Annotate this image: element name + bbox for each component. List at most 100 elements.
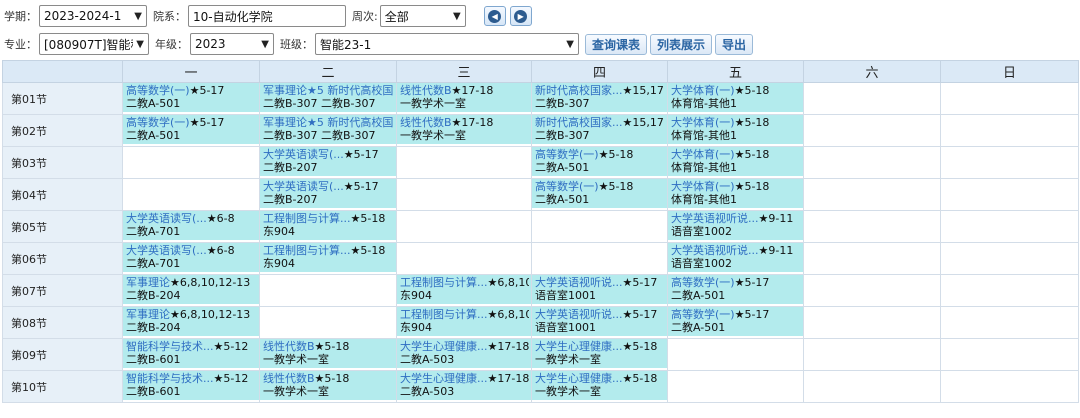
course-name-link[interactable]: 高等数学(一) [126, 84, 190, 97]
course-block[interactable]: 高等数学(一)★5-17 二教A-501 [668, 275, 803, 304]
course-block[interactable]: 军事理论★5 新时代高校国 二教B-307 二教B-307 [260, 115, 396, 144]
schedule-cell[interactable]: 高等数学(一)★5-18 二教A-501 [531, 146, 668, 179]
schedule-cell[interactable]: 大学英语读写(...★6-8 二教A-701 [122, 210, 260, 243]
schedule-cell[interactable]: 工程制图与计算...★5-18 东904 [259, 210, 397, 243]
schedule-cell[interactable]: 高等数学(一)★5-17 二教A-501 [122, 82, 260, 115]
export-button[interactable]: 导出 [715, 33, 754, 55]
course-block[interactable]: 智能科学与技术...★5-12 二教B-601 [123, 371, 259, 400]
course-block[interactable]: 工程制图与计算...★5-18 东904 [260, 211, 396, 240]
course-name-link[interactable]: 高等数学(一) [126, 116, 190, 129]
course-block[interactable]: 线性代数B★17-18 一教学术一室 [397, 83, 531, 112]
schedule-cell[interactable]: 大学英语读写(...★6-8 二教A-701 [122, 242, 260, 275]
course-name-link[interactable]: 工程制图与计算... [400, 276, 488, 289]
course-block[interactable]: 大学英语读写(...★5-17 二教B-207 [260, 179, 396, 208]
course-name-link[interactable]: 工程制图与计算... [263, 212, 351, 225]
course-block[interactable]: 军事理论★6,8,10,12-13 二教B-204 [123, 307, 259, 336]
course-name-link[interactable]: 高等数学(一) [671, 276, 735, 289]
course-block[interactable]: 大学体育(一)★5-18 体育馆-其他1 [668, 179, 803, 208]
schedule-cell[interactable]: 高等数学(一)★5-18 二教A-501 [531, 178, 668, 211]
schedule-cell[interactable]: 军事理论★5 新时代高校国 二教B-307 二教B-307 [259, 82, 397, 115]
schedule-cell[interactable]: 高等数学(一)★5-17 二教A-501 [667, 306, 804, 339]
course-name-link[interactable]: 大学英语视听说... [535, 308, 623, 321]
course-name-link[interactable]: 线性代数B [400, 84, 452, 97]
course-block[interactable]: 大学生心理健康...★5-18 一教学术一室 [532, 371, 667, 400]
schedule-cell[interactable]: 工程制图与计算...★6,8,10 东904 [396, 306, 532, 339]
course-name-link[interactable]: 大学英语读写(... [263, 148, 344, 161]
schedule-cell[interactable]: 线性代数B★17-18 一教学术一室 [396, 114, 532, 147]
schedule-cell[interactable]: 工程制图与计算...★5-18 东904 [259, 242, 397, 275]
course-block[interactable]: 高等数学(一)★5-17 二教A-501 [123, 115, 259, 144]
course-name-link[interactable]: 智能科学与技术... [126, 340, 214, 353]
course-block[interactable]: 大学英语视听说...★5-17 语音室1001 [532, 275, 667, 304]
course-name-link[interactable]: 新时代高校国家... [535, 84, 623, 97]
course-name-link[interactable]: 大学英语视听说... [671, 244, 759, 257]
course-block[interactable]: 大学英语读写(...★5-17 二教B-207 [260, 147, 396, 176]
course-name-link[interactable]: 大学英语视听说... [671, 212, 759, 225]
course-block[interactable]: 大学英语读写(...★6-8 二教A-701 [123, 243, 259, 272]
query-schedule-button[interactable]: 查询课表 [585, 33, 648, 55]
list-view-button[interactable]: 列表展示 [650, 33, 713, 55]
schedule-cell[interactable]: 大学生心理健康...★17-18 二教A-503 [396, 338, 532, 371]
course-name-link[interactable]: 军事理论 [126, 276, 170, 289]
course-block[interactable]: 大学体育(一)★5-18 体育馆-其他1 [668, 115, 803, 144]
term-select[interactable]: 2023-2024-1 ▼ [39, 5, 147, 27]
course-name-link[interactable]: 智能科学与技术... [126, 372, 214, 385]
course-name-link[interactable]: 高等数学(一) [671, 308, 735, 321]
major-select[interactable]: [080907T]智能科 ▼ [39, 33, 149, 55]
course-name-link[interactable]: 大学英语读写(... [263, 180, 344, 193]
schedule-cell[interactable]: 大学英语视听说...★5-17 语音室1001 [531, 306, 668, 339]
schedule-cell[interactable]: 大学体育(一)★5-18 体育馆-其他1 [667, 82, 804, 115]
week-select[interactable]: 全部 ▼ [379, 5, 466, 27]
course-name-link[interactable]: 大学生心理健康... [400, 340, 488, 353]
course-block[interactable]: 线性代数B★5-18 一教学术一室 [260, 371, 396, 400]
schedule-cell[interactable]: 军事理论★6,8,10,12-13 二教B-204 [122, 306, 260, 339]
schedule-cell[interactable]: 大学生心理健康...★5-18 一教学术一室 [531, 338, 668, 371]
schedule-cell[interactable]: 高等数学(一)★5-17 二教A-501 [667, 274, 804, 307]
schedule-cell[interactable]: 大学英语读写(...★5-17 二教B-207 [259, 178, 397, 211]
course-name-link[interactable]: 大学生心理健康... [535, 372, 623, 385]
course-block[interactable]: 工程制图与计算...★5-18 东904 [260, 243, 396, 272]
course-block[interactable]: 高等数学(一)★5-18 二教A-501 [532, 147, 667, 176]
next-week-button[interactable]: ▶ [509, 6, 532, 26]
course-name-link[interactable]: 大学生心理健康... [535, 340, 623, 353]
course-block[interactable]: 高等数学(一)★5-17 二教A-501 [123, 83, 259, 112]
schedule-cell[interactable]: 工程制图与计算...★6,8,10 东904 [396, 274, 532, 307]
schedule-cell[interactable]: 线性代数B★5-18 一教学术一室 [259, 370, 397, 403]
course-name-link[interactable]: 高等数学(一) [535, 148, 599, 161]
schedule-cell[interactable]: 大学生心理健康...★5-18 一教学术一室 [531, 370, 668, 403]
course-name-link[interactable]: 工程制图与计算... [263, 244, 351, 257]
course-name-link[interactable]: 大学体育(一) [671, 116, 735, 129]
course-name-link[interactable]: 大学英语读写(... [126, 212, 207, 225]
schedule-cell[interactable]: 军事理论★6,8,10,12-13 二教B-204 [122, 274, 260, 307]
prev-week-button[interactable]: ◀ [483, 6, 506, 26]
schedule-cell[interactable]: 大学体育(一)★5-18 体育馆-其他1 [667, 114, 804, 147]
course-name-link[interactable]: 高等数学(一) [535, 180, 599, 193]
grade-select[interactable]: 2023 ▼ [190, 33, 274, 55]
schedule-cell[interactable]: 智能科学与技术...★5-12 二教B-601 [122, 370, 260, 403]
course-block[interactable]: 大学体育(一)★5-18 体育馆-其他1 [668, 147, 803, 176]
schedule-cell[interactable]: 大学英语视听说...★9-11 语音室1002 [667, 210, 804, 243]
course-name-link[interactable]: 军事理论 [126, 308, 170, 321]
course-block[interactable]: 大学体育(一)★5-18 体育馆-其他1 [668, 83, 803, 112]
course-block[interactable]: 高等数学(一)★5-17 二教A-501 [668, 307, 803, 336]
course-name-link[interactable]: 新时代高校国家... [535, 116, 623, 129]
course-block[interactable]: 大学英语视听说...★9-11 语音室1002 [668, 211, 803, 240]
schedule-cell[interactable]: 大学体育(一)★5-18 体育馆-其他1 [667, 146, 804, 179]
schedule-cell[interactable]: 线性代数B★17-18 一教学术一室 [396, 82, 532, 115]
course-name-link[interactable]: 大学英语读写(... [126, 244, 207, 257]
schedule-cell[interactable]: 新时代高校国家...★15,17 二教B-307 [531, 82, 668, 115]
course-block[interactable]: 大学英语视听说...★9-11 语音室1002 [668, 243, 803, 272]
course-block[interactable]: 工程制图与计算...★6,8,10 东904 [397, 307, 531, 336]
course-block[interactable]: 线性代数B★17-18 一教学术一室 [397, 115, 531, 144]
schedule-cell[interactable]: 大学英语视听说...★5-17 语音室1001 [531, 274, 668, 307]
course-name-link[interactable]: 工程制图与计算... [400, 308, 488, 321]
schedule-cell[interactable]: 高等数学(一)★5-17 二教A-501 [122, 114, 260, 147]
dept-select[interactable]: 10-自动化学院 [188, 5, 346, 27]
course-block[interactable]: 大学英语视听说...★5-17 语音室1001 [532, 307, 667, 336]
schedule-cell[interactable]: 军事理论★5 新时代高校国 二教B-307 二教B-307 [259, 114, 397, 147]
schedule-cell[interactable]: 大学体育(一)★5-18 体育馆-其他1 [667, 178, 804, 211]
course-name-link[interactable]: 线性代数B [263, 340, 315, 353]
schedule-cell[interactable]: 大学英语视听说...★9-11 语音室1002 [667, 242, 804, 275]
course-name-link[interactable]: 大学体育(一) [671, 84, 735, 97]
course-name-link[interactable]: 线性代数B [400, 116, 452, 129]
